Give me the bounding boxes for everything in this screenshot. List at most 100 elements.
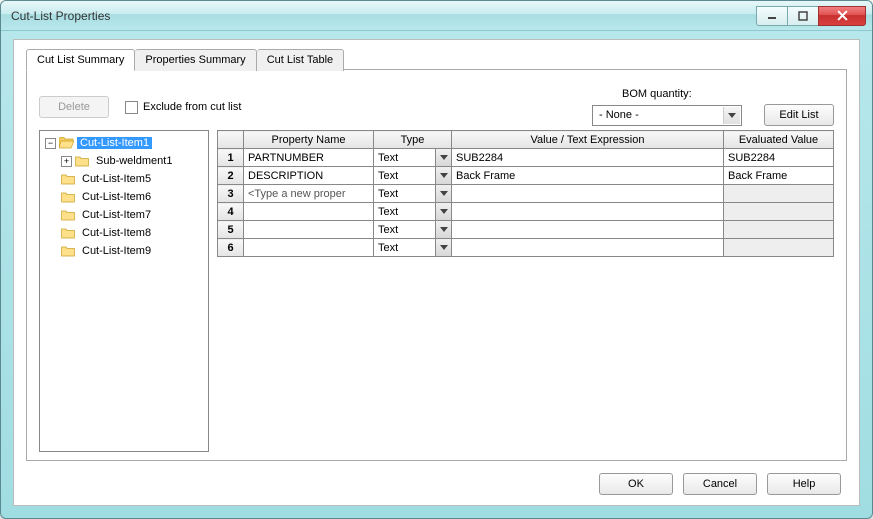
cancel-button[interactable]: Cancel — [683, 473, 757, 495]
row-number[interactable]: 2 — [218, 167, 244, 185]
titlebar[interactable]: Cut-List Properties — [1, 1, 872, 31]
table-row[interactable]: 1PARTNUMBERTextSUB2284SUB2284 — [218, 149, 834, 167]
tree-label[interactable]: Sub-weldment1 — [93, 155, 175, 167]
content-row: − Cut-List-Item1 + Sub-weldment1 — [39, 130, 834, 452]
chevron-down-icon — [723, 107, 740, 124]
cell-evaluated: Back Frame — [724, 167, 834, 185]
folder-open-icon — [59, 137, 74, 149]
help-button[interactable]: Help — [767, 473, 841, 495]
tree-label[interactable]: Cut-List-Item5 — [79, 173, 154, 185]
tree-label[interactable]: Cut-List-Item9 — [79, 245, 154, 257]
tab-panel: Delete Exclude from cut list BOM quantit… — [26, 69, 847, 461]
tab-cut-list-summary[interactable]: Cut List Summary — [26, 49, 135, 71]
folder-icon — [61, 227, 76, 239]
tree-node-child[interactable]: + Sub-weldment1 — [59, 152, 205, 170]
collapse-icon[interactable]: − — [45, 138, 56, 149]
cell-value[interactable]: Back Frame — [452, 167, 724, 185]
maximize-button[interactable] — [787, 6, 819, 26]
tree-node[interactable]: Cut-List-Item6 — [43, 188, 205, 206]
cell-evaluated — [724, 239, 834, 257]
cut-list-tree[interactable]: − Cut-List-Item1 + Sub-weldment1 — [39, 130, 209, 452]
client-area: Cut List Summary Properties Summary Cut … — [13, 39, 860, 506]
col-type[interactable]: Type — [374, 131, 452, 149]
bom-quantity-label: BOM quantity: — [622, 88, 692, 100]
table-row[interactable]: 4 Text — [218, 203, 834, 221]
folder-icon — [61, 191, 76, 203]
top-toolbar: Delete Exclude from cut list BOM quantit… — [27, 70, 846, 136]
chevron-down-icon[interactable] — [435, 185, 451, 202]
expand-icon[interactable]: + — [61, 156, 72, 167]
close-button[interactable] — [818, 6, 866, 26]
minimize-button[interactable] — [756, 6, 788, 26]
row-number[interactable]: 4 — [218, 203, 244, 221]
window-buttons — [757, 6, 866, 26]
cell-value[interactable]: SUB2284 — [452, 149, 724, 167]
table-row[interactable]: 6 Text — [218, 239, 834, 257]
table-row[interactable]: 5 Text — [218, 221, 834, 239]
row-number[interactable]: 6 — [218, 239, 244, 257]
folder-icon — [61, 245, 76, 257]
chevron-down-icon[interactable] — [435, 167, 451, 184]
tree-node[interactable]: Cut-List-Item7 — [43, 206, 205, 224]
cell-type[interactable]: Text — [374, 203, 452, 221]
tab-label: Cut List Table — [267, 54, 333, 66]
tab-label: Cut List Summary — [37, 54, 124, 66]
chevron-down-icon[interactable] — [435, 203, 451, 220]
delete-button[interactable]: Delete — [39, 96, 109, 118]
tab-properties-summary[interactable]: Properties Summary — [135, 49, 256, 71]
dialog-window: Cut-List Properties Cut List Summary Pro… — [0, 0, 873, 519]
folder-icon — [75, 155, 90, 167]
cell-type[interactable]: Text — [374, 167, 452, 185]
folder-icon — [61, 209, 76, 221]
cell-evaluated — [724, 185, 834, 203]
property-grid[interactable]: Property Name Type Value / Text Expressi… — [217, 130, 834, 257]
cell-type[interactable]: Text — [374, 239, 452, 257]
cell-property-name[interactable]: PARTNUMBER — [244, 149, 374, 167]
cell-value[interactable] — [452, 221, 724, 239]
ok-button[interactable]: OK — [599, 473, 673, 495]
folder-icon — [61, 173, 76, 185]
col-property-name[interactable]: Property Name — [244, 131, 374, 149]
col-value[interactable]: Value / Text Expression — [452, 131, 724, 149]
cell-property-name[interactable]: <Type a new proper — [244, 185, 374, 203]
tree-node-root[interactable]: − Cut-List-Item1 — [43, 134, 205, 152]
cell-evaluated — [724, 203, 834, 221]
tree-label[interactable]: Cut-List-Item6 — [79, 191, 154, 203]
chevron-down-icon[interactable] — [435, 221, 451, 238]
grid-corner — [218, 131, 244, 149]
tree-label[interactable]: Cut-List-Item7 — [79, 209, 154, 221]
bom-quantity-value: - None - — [599, 109, 639, 121]
row-number[interactable]: 3 — [218, 185, 244, 203]
chevron-down-icon[interactable] — [435, 239, 451, 256]
tree-node[interactable]: Cut-List-Item5 — [43, 170, 205, 188]
edit-list-button[interactable]: Edit List — [764, 104, 834, 126]
cell-type[interactable]: Text — [374, 185, 452, 203]
exclude-checkbox-container: Exclude from cut list — [125, 101, 241, 114]
tab-cut-list-table[interactable]: Cut List Table — [257, 49, 344, 71]
cell-value[interactable] — [452, 239, 724, 257]
cell-property-name[interactable]: DESCRIPTION — [244, 167, 374, 185]
cell-property-name[interactable] — [244, 203, 374, 221]
tree-label[interactable]: Cut-List-Item1 — [77, 137, 152, 149]
property-grid-wrap: Property Name Type Value / Text Expressi… — [217, 130, 834, 452]
exclude-label: Exclude from cut list — [143, 101, 241, 113]
window-title: Cut-List Properties — [11, 9, 757, 23]
tree-label[interactable]: Cut-List-Item8 — [79, 227, 154, 239]
cell-value[interactable] — [452, 203, 724, 221]
table-row[interactable]: 3<Type a new properText — [218, 185, 834, 203]
row-number[interactable]: 5 — [218, 221, 244, 239]
chevron-down-icon[interactable] — [435, 149, 451, 166]
bom-quantity-combo[interactable]: - None - — [592, 105, 742, 126]
table-row[interactable]: 2DESCRIPTIONTextBack FrameBack Frame — [218, 167, 834, 185]
cell-evaluated: SUB2284 — [724, 149, 834, 167]
cell-type[interactable]: Text — [374, 221, 452, 239]
col-evaluated[interactable]: Evaluated Value — [724, 131, 834, 149]
row-number[interactable]: 1 — [218, 149, 244, 167]
cell-property-name[interactable] — [244, 239, 374, 257]
tree-node[interactable]: Cut-List-Item8 — [43, 224, 205, 242]
cell-value[interactable] — [452, 185, 724, 203]
exclude-checkbox[interactable] — [125, 101, 138, 114]
tree-node[interactable]: Cut-List-Item9 — [43, 242, 205, 260]
cell-property-name[interactable] — [244, 221, 374, 239]
cell-type[interactable]: Text — [374, 149, 452, 167]
